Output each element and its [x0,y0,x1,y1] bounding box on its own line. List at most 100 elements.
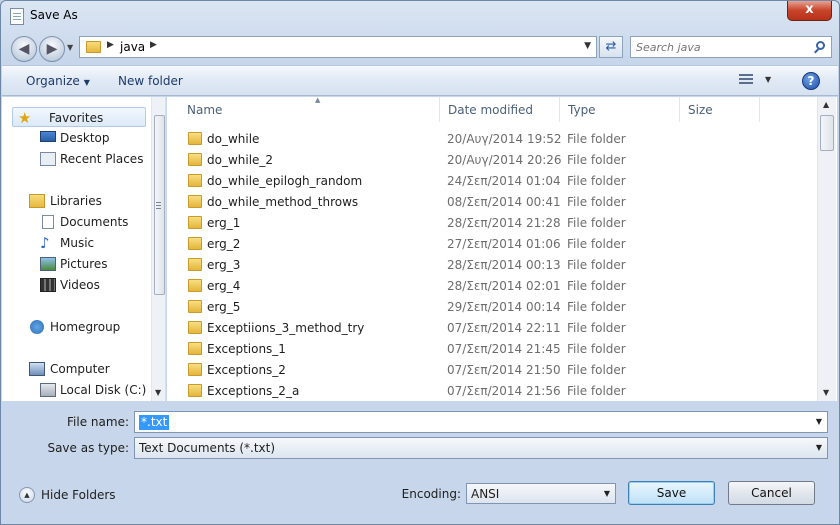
search-input[interactable] [634,39,804,55]
item-date: 20/Αυγ/2014 20:26 [447,153,562,167]
column-header-date[interactable]: Date modified [440,97,560,122]
breadcrumb-java[interactable]: java [120,40,145,54]
close-button[interactable]: x [787,1,832,21]
list-item[interactable]: Exceptions_1 07/Σεπ/2014 21:45 File folder [167,338,817,359]
desktop-icon [40,131,56,142]
forward-button[interactable]: ▶ [39,36,65,62]
music-icon: ♪ [40,234,50,252]
address-bar[interactable]: ▶ java ▶ ▼ [79,36,597,58]
list-item[interactable]: erg_3 28/Σεπ/2014 00:13 File folder [167,254,817,275]
folder-icon [188,237,202,250]
column-header-size[interactable]: Size [680,97,760,122]
nav-item-local-disk[interactable]: Local Disk (C:) [2,380,152,400]
view-dropdown-icon[interactable]: ▼ [765,75,771,84]
save-button[interactable]: Save [628,481,715,505]
folder-icon [188,342,202,355]
help-icon[interactable]: ? [802,72,820,90]
breadcrumb-arrow-icon[interactable]: ▶ [107,40,114,50]
nav-label: Videos [60,278,100,292]
item-name: do_while [207,132,260,146]
search-icon[interactable] [816,41,825,50]
hide-folders-label: Hide Folders [41,488,116,502]
item-name: do_while_2 [207,153,274,167]
nav-label: Local Disk (C:) [60,383,147,397]
nav-label: Pictures [60,257,108,271]
nav-item-homegroup[interactable]: Homegroup [2,317,152,337]
nav-label: Computer [50,362,110,376]
item-date: 07/Σεπ/2014 21:56 [447,384,561,398]
nav-item-documents[interactable]: Documents [2,212,152,232]
refresh-button[interactable]: ⇄ [599,36,623,58]
column-header-name[interactable]: Name ▲ [179,97,440,122]
nav-item-videos[interactable]: Videos [2,275,152,295]
save-as-dialog: Save As x ◀ ▶ ▼ ▶ java ▶ ▼ ⇄ Organize▼ N… [0,0,840,525]
list-item[interactable]: erg_5 29/Σεπ/2014 00:14 File folder [167,296,817,317]
recent-locations-dropdown-icon[interactable]: ▼ [67,43,73,52]
organize-label: Organize [26,74,80,88]
back-button[interactable]: ◀ [11,36,37,62]
file-list: Name ▲ Date modified Type Size do_while 2… [167,97,837,401]
list-item[interactable]: Exceptions_2_a 07/Σεπ/2014 21:56 File fold… [167,380,817,401]
new-folder-button[interactable]: New folder [118,74,183,88]
nav-item-computer[interactable]: Computer [2,359,152,379]
item-date: 08/Σεπ/2014 00:41 [447,195,561,209]
list-item[interactable]: do_while_epilogh_random 24/Σεπ/2014 01:04… [167,170,817,191]
nav-item-recent-places[interactable]: Recent Places [2,149,152,169]
encoding-select[interactable]: ANSI ▼ [466,483,616,504]
column-header-label: Name [187,103,223,117]
list-item[interactable]: Exceptions_2 07/Σεπ/2014 21:50 File folder [167,359,817,380]
organize-menu[interactable]: Organize ▼ [26,74,90,88]
file-name-input[interactable]: *.txt [139,415,170,430]
homegroup-icon [30,320,44,334]
scroll-down-icon[interactable]: ▼ [823,388,829,397]
item-type: File folder [567,384,626,398]
forward-arrow-icon: ▶ [46,41,58,57]
search-box[interactable] [630,36,832,58]
nav-item-libraries[interactable]: Libraries [2,191,152,211]
nav-label: Desktop [60,131,110,145]
list-item[interactable]: do_while_2 20/Αυγ/2014 20:26 File folder [167,149,817,170]
chevron-down-icon: ▼ [83,78,90,87]
address-dropdown-icon[interactable]: ▼ [584,41,591,51]
item-date: 28/Σεπ/2014 02:01 [447,279,561,293]
breadcrumb-arrow-icon[interactable]: ▶ [150,40,157,50]
window-title: Save As [30,8,78,22]
save-as-type-label: Save as type: [47,441,129,455]
chevron-down-icon[interactable]: ▼ [816,417,822,426]
view-options-icon[interactable] [739,74,753,86]
save-as-type-select[interactable]: Text Documents (*.txt) ▼ [134,437,828,459]
item-type: File folder [567,195,626,209]
list-item[interactable]: erg_1 28/Σεπ/2014 21:28 File folder [167,212,817,233]
file-name-combobox[interactable]: *.txt ▼ [134,411,828,433]
scroll-down-icon[interactable]: ▼ [155,388,161,397]
item-name: erg_1 [207,216,241,230]
column-header-label: Size [688,103,713,117]
nav-item-pictures[interactable]: Pictures [2,254,152,274]
nav-label: Homegroup [50,320,121,334]
list-item[interactable]: Exceptiions_3_method_try 07/Σεπ/2014 22:1… [167,317,817,338]
list-item[interactable]: erg_4 28/Σεπ/2014 02:01 File folder [167,275,817,296]
nav-scrollbar[interactable]: ▼ [151,97,165,401]
folder-icon [188,132,202,145]
list-item[interactable]: do_while 20/Αυγ/2014 19:52 File folder [167,128,817,149]
folder-icon [188,195,202,208]
folder-icon [188,363,202,376]
file-list-scroll-thumb[interactable] [820,115,834,151]
item-date: 28/Σεπ/2014 21:28 [447,216,561,230]
item-date: 07/Σεπ/2014 21:50 [447,363,561,377]
nav-item-music[interactable]: ♪ Music [2,233,152,253]
list-item[interactable]: erg_2 27/Σεπ/2014 01:06 File folder [167,233,817,254]
nav-item-favorites[interactable]: ★ Favorites [12,107,146,127]
item-type: File folder [567,363,626,377]
cancel-button[interactable]: Cancel [728,481,815,505]
list-item[interactable]: do_while_method_throws 08/Σεπ/2014 00:41 F… [167,191,817,212]
nav-item-desktop[interactable]: Desktop [2,128,152,148]
column-header-type[interactable]: Type [560,97,680,122]
item-date: 29/Σεπ/2014 00:14 [447,300,561,314]
scroll-up-icon[interactable]: ▲ [823,100,829,109]
column-header-label: Type [568,103,596,117]
title-bar: Save As x [1,1,839,31]
file-list-scrollbar[interactable]: ▲ ▼ [817,97,836,401]
nav-label: Documents [60,215,129,229]
folder-icon [188,216,202,229]
